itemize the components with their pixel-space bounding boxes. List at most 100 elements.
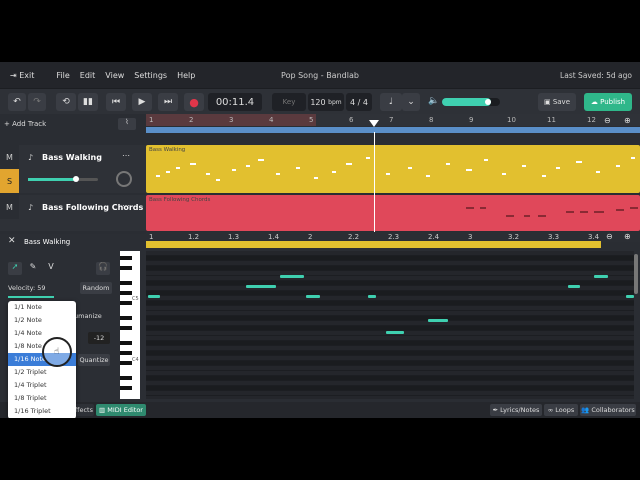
bar-ruler[interactable]: 1 2 3 4 5 6 7 8 9 10 11 12	[146, 114, 640, 126]
automation-button[interactable]: ⌇	[118, 118, 136, 130]
collaborators-button[interactable]: 👥 Collaborators	[580, 404, 636, 416]
pr-zoom-out-icon[interactable]: ⊖	[606, 232, 613, 241]
play-button[interactable]: ▶	[132, 93, 152, 111]
black-key[interactable]	[120, 316, 132, 320]
black-key[interactable]	[120, 341, 132, 345]
track-menu-icon-2[interactable]: ⋯	[122, 201, 130, 210]
headphones-button[interactable]: 🎧	[96, 262, 110, 275]
clip-note	[524, 215, 530, 217]
time-signature[interactable]: 4 / 4	[346, 93, 372, 111]
record-button[interactable]: ●	[184, 93, 204, 111]
midi-note[interactable]	[428, 319, 448, 322]
track-header-bass-chords[interactable]: M ♪ Bass Following Chords ⋯	[0, 195, 146, 231]
save-button[interactable]: ▣ Save	[538, 93, 576, 111]
metronome-toggle[interactable]: ▮▮	[78, 93, 98, 111]
track-volume-knob[interactable]	[73, 176, 79, 182]
quantize-option-1-4-triplet[interactable]: 1/4 Triplet	[8, 379, 76, 392]
quantize-option-1-1[interactable]: 1/1 Note	[8, 301, 76, 314]
humanize-button[interactable]: umanize	[74, 312, 102, 320]
publish-label: Publish	[600, 98, 626, 106]
random-button[interactable]: Random	[80, 282, 112, 294]
close-icon[interactable]: ✕	[8, 236, 16, 246]
bar-9: 9	[469, 116, 474, 124]
hand-cursor-icon: ☝	[54, 347, 60, 357]
midi-note[interactable]	[246, 285, 276, 288]
redo-button[interactable]: ↷	[28, 93, 46, 111]
midi-note[interactable]	[306, 295, 320, 298]
quantize-option-1-16-triplet[interactable]: 1/16 Triplet	[8, 405, 76, 418]
quantize-option-1-2[interactable]: 1/2 Note	[8, 314, 76, 327]
midi-note[interactable]	[594, 275, 608, 278]
piano-roll-ruler[interactable]: 1 1.2 1.3 1.4 2 2.2 2.3 2.4 3 3.2 3.3 3.…	[146, 232, 640, 248]
midi-note[interactable]	[626, 295, 634, 298]
track-menu-icon[interactable]: ⋯	[122, 151, 130, 160]
solo-button[interactable]: S	[0, 169, 19, 193]
piano-roll-region	[146, 241, 601, 248]
clip-note	[556, 167, 560, 169]
black-key[interactable]	[120, 326, 132, 330]
midi-note[interactable]	[568, 285, 580, 288]
velocity-slider[interactable]	[8, 296, 54, 298]
select-tool-button[interactable]: ➚	[8, 262, 22, 275]
publish-button[interactable]: ☁ Publish	[584, 93, 632, 111]
skip-back-button[interactable]: ⏮	[106, 93, 126, 111]
piano-keyboard[interactable]: C5 C4	[120, 251, 140, 399]
black-key[interactable]	[120, 291, 132, 295]
black-key[interactable]	[120, 386, 132, 390]
black-key[interactable]	[120, 351, 132, 355]
zoom-out-icon[interactable]: ⊖	[604, 116, 611, 125]
black-key[interactable]	[120, 256, 132, 260]
playhead-marker[interactable]	[369, 120, 379, 127]
piano-roll-scrollbar[interactable]	[634, 254, 638, 294]
track-name[interactable]: Bass Walking	[42, 153, 102, 162]
mute-button-2[interactable]: M	[0, 195, 19, 219]
transpose-field[interactable]: -12	[88, 332, 110, 344]
skip-forward-button[interactable]: ⏭	[158, 93, 178, 111]
pr-tick-11: 3.3	[548, 233, 560, 241]
clip-note	[246, 165, 250, 167]
quantize-option-1-4[interactable]: 1/4 Note	[8, 327, 76, 340]
track-header-bass-walking[interactable]: M S ♪ Bass Walking ⋯	[0, 145, 146, 193]
quantize-button[interactable]: Quantize	[78, 354, 110, 366]
pan-knob[interactable]	[116, 171, 132, 187]
master-volume-slider[interactable]	[442, 98, 500, 106]
clip-bass-walking[interactable]: Bass Walking	[146, 145, 640, 193]
zoom-in-icon[interactable]: ⊕	[624, 116, 631, 125]
tuner-dropdown[interactable]: ⌄	[402, 93, 420, 111]
midi-note[interactable]	[148, 295, 160, 298]
clip-bass-chords[interactable]: Bass Following Chords	[146, 195, 640, 231]
effects-tab[interactable]: ffects	[74, 404, 94, 416]
velocity-tool-button[interactable]: V	[44, 262, 58, 275]
black-key[interactable]	[120, 376, 132, 380]
tempo-field[interactable]: 120 bpm	[308, 93, 344, 111]
loop-region-bar[interactable]	[146, 127, 640, 133]
pencil-tool-button[interactable]: ✎	[26, 262, 40, 275]
midi-note[interactable]	[280, 275, 304, 278]
midi-note[interactable]	[368, 295, 376, 298]
undo-button[interactable]: ↶	[8, 93, 26, 111]
black-key[interactable]	[120, 266, 132, 270]
clip-note	[156, 175, 160, 177]
lyrics-notes-button[interactable]: ✒ Lyrics/Notes	[490, 404, 542, 416]
editor-track-name: Bass Walking	[24, 238, 71, 246]
add-track-button[interactable]: + Add Track	[4, 120, 46, 128]
pr-zoom-in-icon[interactable]: ⊕	[624, 232, 631, 241]
quantize-option-1-8-triplet[interactable]: 1/8 Triplet	[8, 392, 76, 405]
midi-note[interactable]	[386, 331, 404, 334]
loop-button[interactable]: ⟲	[56, 93, 76, 111]
track-volume-slider[interactable]	[28, 176, 98, 182]
clip-note	[314, 177, 318, 179]
loops-button[interactable]: ∞ Loops	[544, 404, 578, 416]
black-key[interactable]	[120, 301, 132, 305]
volume-icon: 🔈	[428, 96, 440, 106]
key-selector[interactable]: Key	[272, 93, 306, 111]
collaborators-label: Collaborators	[591, 406, 635, 414]
black-key[interactable]	[120, 281, 132, 285]
piano-roll-grid[interactable]	[146, 251, 634, 399]
quantize-option-1-2-triplet[interactable]: 1/2 Triplet	[8, 366, 76, 379]
tuner-button[interactable]: ♩	[380, 93, 402, 111]
black-key[interactable]	[120, 361, 132, 365]
mute-button[interactable]: M	[0, 145, 19, 169]
clip-note	[232, 169, 236, 171]
midi-editor-tab[interactable]: ▥ MIDI Editor	[96, 404, 146, 416]
